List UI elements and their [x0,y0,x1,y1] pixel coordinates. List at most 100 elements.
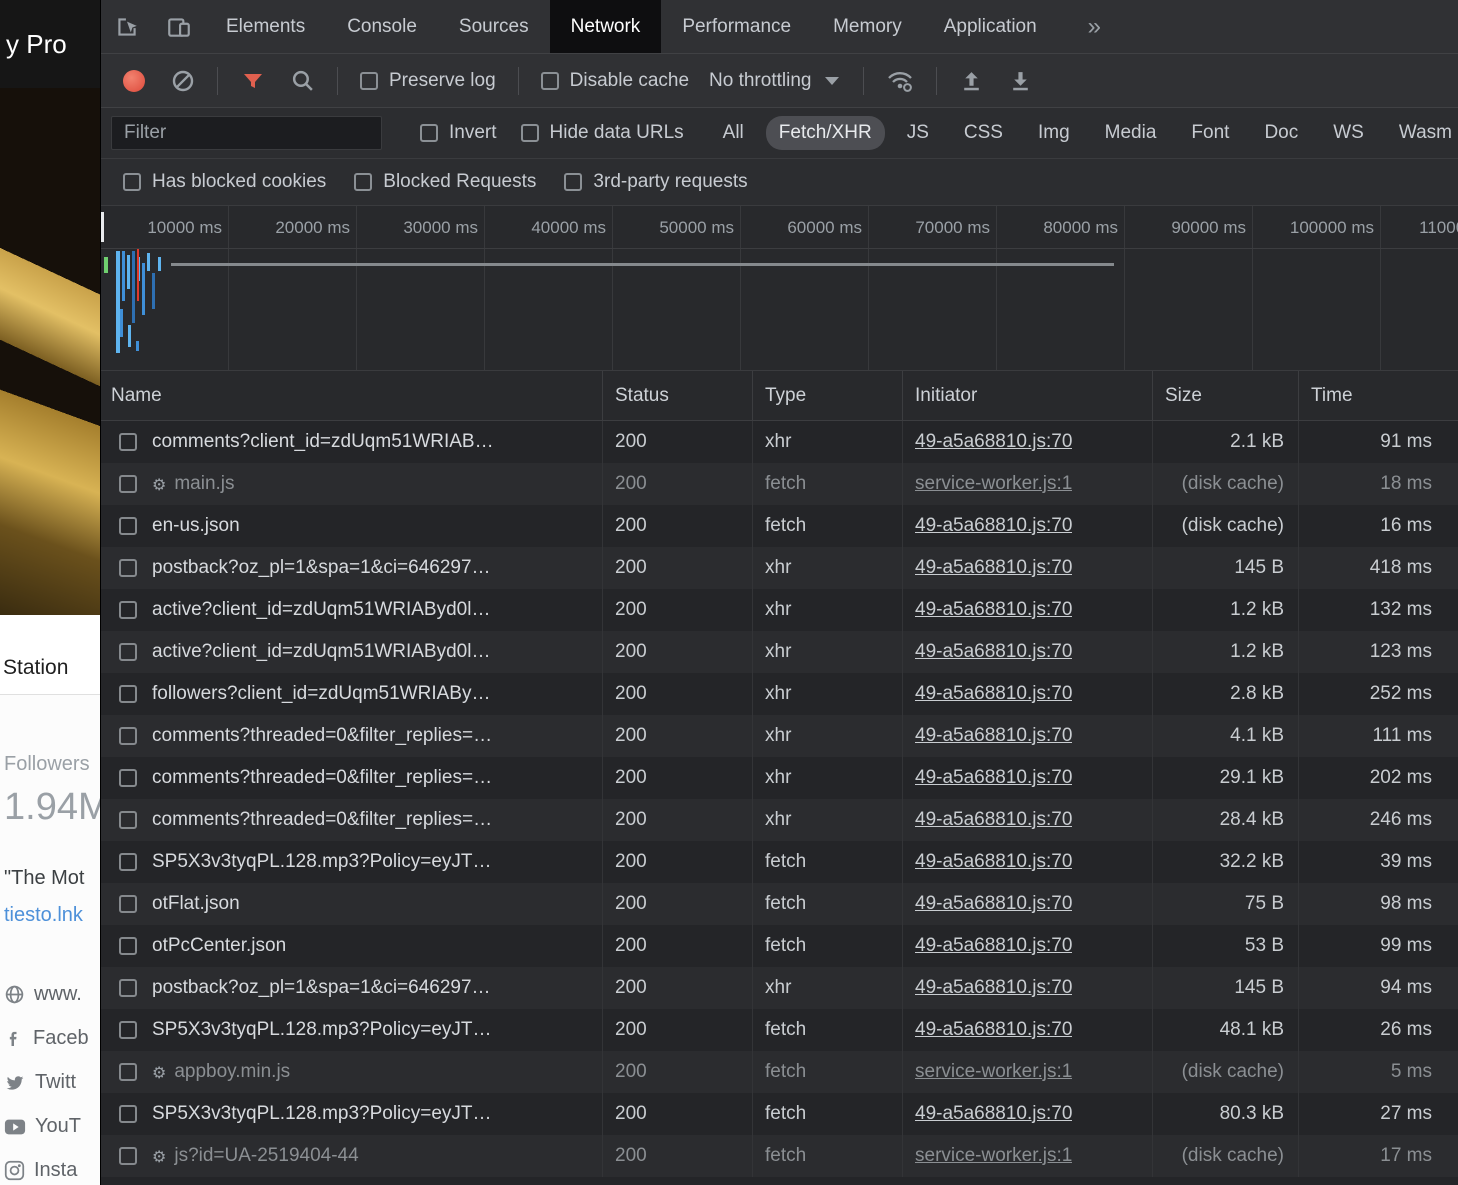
preserve-log-checkbox[interactable]: Preserve log [360,70,496,92]
initiator-link[interactable]: 49-a5a68810.js:70 [915,893,1072,915]
filter-type-js[interactable]: JS [894,116,942,150]
device-toolbar-icon[interactable] [153,0,205,53]
row-checkbox[interactable] [119,685,137,703]
initiator-link[interactable]: 49-a5a68810.js:70 [915,809,1072,831]
table-row[interactable]: en-us.json200fetch49-a5a68810.js:70(disk… [101,505,1458,547]
table-row[interactable]: ⚙main.js200fetchservice-worker.js:1(disk… [101,463,1458,505]
row-checkbox[interactable] [119,895,137,913]
row-checkbox[interactable] [119,559,137,577]
column-header-time[interactable]: Time [1298,371,1458,420]
filter-input[interactable] [111,116,382,150]
filter-type-wasm[interactable]: Wasm [1386,116,1458,150]
initiator-link[interactable]: 49-a5a68810.js:70 [915,683,1072,705]
initiator-link[interactable]: 49-a5a68810.js:70 [915,851,1072,873]
filter-type-ws[interactable]: WS [1320,116,1377,150]
table-row[interactable]: comments?threaded=0&filter_replies=…200x… [101,799,1458,841]
initiator-link[interactable]: service-worker.js:1 [915,1145,1072,1167]
initiator-link[interactable]: 49-a5a68810.js:70 [915,515,1072,537]
initiator-link[interactable]: 49-a5a68810.js:70 [915,767,1072,789]
table-row[interactable]: SP5X3v3tyqPL.128.mp3?Policy=eyJT…200fetc… [101,1009,1458,1051]
column-header-type[interactable]: Type [752,371,902,420]
filter-type-all[interactable]: All [710,116,757,150]
record-button[interactable] [123,70,145,92]
network-conditions-icon[interactable] [874,69,926,93]
station-label[interactable]: Station [0,641,100,695]
table-row[interactable]: SP5X3v3tyqPL.128.mp3?Policy=eyJT…200fetc… [101,1093,1458,1135]
row-checkbox[interactable] [119,727,137,745]
timeline-drag-handle[interactable] [101,212,104,242]
column-header-name[interactable]: Name [101,371,602,420]
initiator-link[interactable]: 49-a5a68810.js:70 [915,1103,1072,1125]
row-checkbox[interactable] [119,769,137,787]
table-row[interactable]: comments?client_id=zdUqm51WRIAB…200xhr49… [101,421,1458,463]
checkbox-box[interactable] [354,173,372,191]
third-party-requests-checkbox[interactable]: 3rd-party requests [564,171,747,193]
filter-type-media[interactable]: Media [1092,116,1170,150]
facebook-link[interactable]: Faceb [4,1027,100,1050]
instagram-link[interactable]: Insta [4,1159,100,1182]
twitter-link[interactable]: Twitt [4,1071,100,1094]
table-row[interactable]: followers?client_id=zdUqm51WRIABy…200xhr… [101,673,1458,715]
filter-type-doc[interactable]: Doc [1251,116,1311,150]
youtube-link[interactable]: YouT [4,1115,100,1138]
tab-sources[interactable]: Sources [438,0,550,53]
tab-elements[interactable]: Elements [205,0,326,53]
row-checkbox[interactable] [119,1105,137,1123]
column-header-size[interactable]: Size [1152,371,1298,420]
checkbox-box[interactable] [123,173,141,191]
initiator-link[interactable]: 49-a5a68810.js:70 [915,557,1072,579]
row-checkbox[interactable] [119,937,137,955]
table-row[interactable]: otFlat.json200fetch49-a5a68810.js:7075 B… [101,883,1458,925]
table-row[interactable]: ⚙js?id=UA-2519404-44200fetchservice-work… [101,1135,1458,1177]
checkbox-box[interactable] [541,72,559,90]
row-checkbox[interactable] [119,517,137,535]
column-header-initiator[interactable]: Initiator [902,371,1152,420]
more-tabs-icon[interactable]: » [1070,0,1119,53]
initiator-link[interactable]: service-worker.js:1 [915,473,1072,495]
search-icon[interactable] [278,68,327,93]
initiator-link[interactable]: 49-a5a68810.js:70 [915,977,1072,999]
inspect-icon[interactable] [101,0,153,53]
row-checkbox[interactable] [119,1021,137,1039]
table-row[interactable]: active?client_id=zdUqm51WRIAByd0l…200xhr… [101,631,1458,673]
table-row[interactable]: postback?oz_pl=1&spa=1&ci=646297…200xhr4… [101,967,1458,1009]
export-har-icon[interactable] [996,68,1045,93]
blocked-requests-checkbox[interactable]: Blocked Requests [354,171,536,193]
filter-type-css[interactable]: CSS [951,116,1016,150]
invert-checkbox[interactable]: Invert [420,122,497,144]
row-checkbox[interactable] [119,811,137,829]
tab-performance[interactable]: Performance [661,0,812,53]
column-header-status[interactable]: Status [602,371,752,420]
has-blocked-cookies-checkbox[interactable]: Has blocked cookies [123,171,326,193]
row-checkbox[interactable] [119,1147,137,1165]
table-row[interactable]: comments?threaded=0&filter_replies=…200x… [101,757,1458,799]
clear-icon[interactable] [159,69,207,93]
website-link[interactable]: www. [4,983,100,1006]
row-checkbox[interactable] [119,475,137,493]
checkbox-box[interactable] [360,72,378,90]
tab-application[interactable]: Application [923,0,1058,53]
initiator-link[interactable]: 49-a5a68810.js:70 [915,1019,1072,1041]
initiator-link[interactable]: 49-a5a68810.js:70 [915,599,1072,621]
initiator-link[interactable]: 49-a5a68810.js:70 [915,431,1072,453]
disable-cache-checkbox[interactable]: Disable cache [541,70,689,92]
checkbox-box[interactable] [564,173,582,191]
filter-type-font[interactable]: Font [1178,116,1242,150]
filter-icon[interactable] [228,69,278,93]
filter-type-fetch-xhr[interactable]: Fetch/XHR [766,116,885,150]
hide-data-urls-checkbox[interactable]: Hide data URLs [521,122,684,144]
tab-memory[interactable]: Memory [812,0,923,53]
network-overview[interactable]: 10000 ms 20000 ms 30000 ms 40000 ms 5000… [101,206,1458,371]
row-checkbox[interactable] [119,1063,137,1081]
row-checkbox[interactable] [119,643,137,661]
table-row[interactable]: otPcCenter.json200fetch49-a5a68810.js:70… [101,925,1458,967]
tab-network[interactable]: Network [550,0,662,53]
table-row[interactable]: active?client_id=zdUqm51WRIAByd0l…200xhr… [101,589,1458,631]
table-row[interactable]: SP5X3v3tyqPL.128.mp3?Policy=eyJT…200fetc… [101,841,1458,883]
row-checkbox[interactable] [119,601,137,619]
checkbox-box[interactable] [521,124,539,142]
table-row[interactable]: postback?oz_pl=1&spa=1&ci=646297…200xhr4… [101,547,1458,589]
row-checkbox[interactable] [119,853,137,871]
filter-type-img[interactable]: Img [1025,116,1083,150]
table-row[interactable]: ⚙appboy.min.js200fetchservice-worker.js:… [101,1051,1458,1093]
